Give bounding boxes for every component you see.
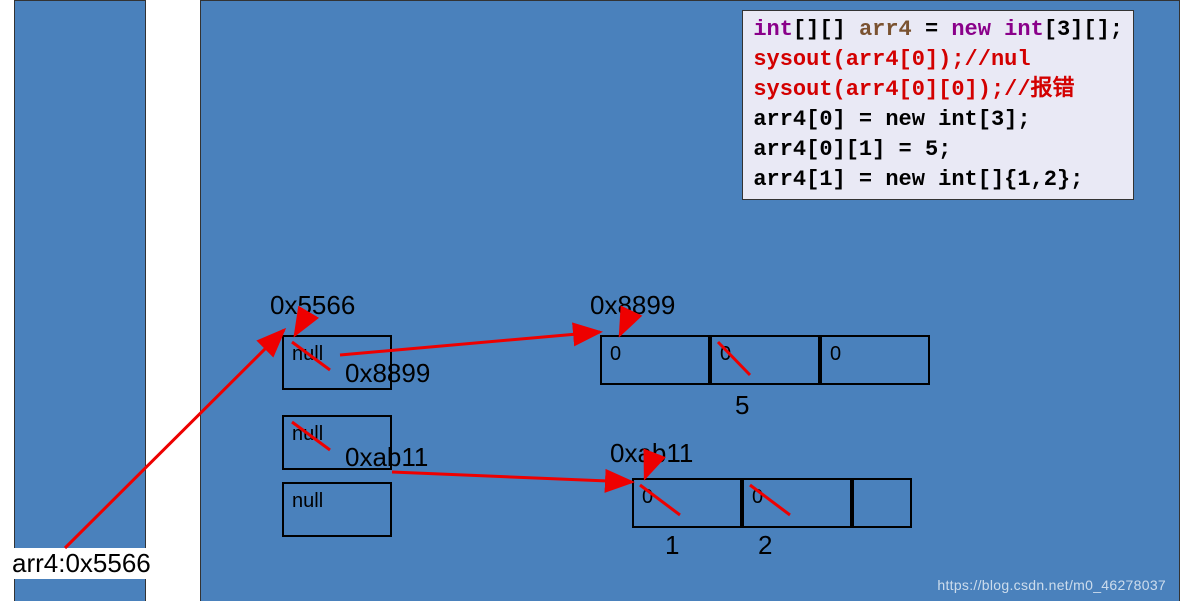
code-text: = bbox=[912, 17, 952, 42]
arr4-cell-1: null bbox=[282, 415, 392, 470]
row0-cell1-overwrite: 5 bbox=[735, 390, 749, 421]
row1-cell1-overwrite: 2 bbox=[758, 530, 772, 561]
code-line: arr4[0] = new int[3]; bbox=[753, 107, 1030, 132]
stack-var-label: arr4:0x5566 bbox=[10, 548, 153, 579]
code-line: arr4[1] = new int[]{1,2}; bbox=[753, 167, 1083, 192]
code-line: arr4[0][1] = 5; bbox=[753, 137, 951, 162]
row1-cell-0: 0 bbox=[632, 478, 742, 528]
arr4-cell-0: null bbox=[282, 335, 392, 390]
addr-row1-label: 0xab11 bbox=[610, 438, 693, 469]
row1-cell-1: 0 bbox=[742, 478, 852, 528]
row0-cell-1: 0 bbox=[710, 335, 820, 385]
code-var: arr4 bbox=[859, 17, 912, 42]
code-error-line: sysout(arr4[0][0]);//报错 bbox=[753, 77, 1074, 102]
code-text: [][] bbox=[793, 17, 859, 42]
arr4-cell-2: null bbox=[282, 482, 392, 537]
code-kw: int bbox=[753, 17, 793, 42]
panel-left bbox=[14, 0, 146, 601]
diagram-canvas: int[][] arr4 = new int[3][]; sysout(arr4… bbox=[0, 0, 1184, 601]
code-text: [3][]; bbox=[1044, 17, 1123, 42]
code-kw: new int bbox=[951, 17, 1043, 42]
row0-cell-0: 0 bbox=[600, 335, 710, 385]
code-error-line: sysout(arr4[0]);//nul bbox=[753, 47, 1030, 72]
row1-cell0-overwrite: 1 bbox=[665, 530, 679, 561]
code-snippet: int[][] arr4 = new int[3][]; sysout(arr4… bbox=[742, 10, 1134, 200]
row0-cell-2: 0 bbox=[820, 335, 930, 385]
watermark: https://blog.csdn.net/m0_46278037 bbox=[937, 577, 1166, 593]
row1-cell-extra bbox=[852, 478, 912, 528]
addr-row0-label: 0x8899 bbox=[590, 290, 675, 321]
addr-arr4-label: 0x5566 bbox=[270, 290, 355, 321]
